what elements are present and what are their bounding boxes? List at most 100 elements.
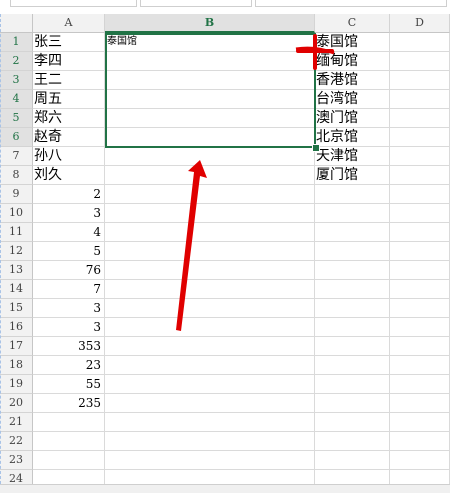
cell-b19[interactable]	[105, 375, 315, 394]
cell-b17[interactable]	[105, 337, 315, 356]
cell-d6[interactable]	[390, 128, 450, 147]
row-header-6[interactable]: 6	[0, 128, 33, 147]
cell-d2[interactable]	[390, 52, 450, 71]
row-header-16[interactable]: 16	[0, 318, 33, 337]
cell-c17[interactable]	[315, 337, 390, 356]
cell-d20[interactable]	[390, 394, 450, 413]
cell-c10[interactable]	[315, 204, 390, 223]
cell-c3[interactable]: 香港馆	[315, 71, 390, 90]
row-header-11[interactable]: 11	[0, 223, 33, 242]
cell-c24[interactable]	[315, 470, 390, 484]
cell-c20[interactable]	[315, 394, 390, 413]
cell-a14[interactable]: 7	[33, 280, 105, 299]
cell-d24[interactable]	[390, 470, 450, 484]
cell-d15[interactable]	[390, 299, 450, 318]
row-header-3[interactable]: 3	[0, 71, 33, 90]
cell-c14[interactable]	[315, 280, 390, 299]
cell-a8[interactable]: 刘久	[33, 166, 105, 185]
cell-c21[interactable]	[315, 413, 390, 432]
cell-b9[interactable]	[105, 185, 315, 204]
cell-a2[interactable]: 李四	[33, 52, 105, 71]
cell-a4[interactable]: 周五	[33, 90, 105, 109]
cell-c6[interactable]: 北京馆	[315, 128, 390, 147]
cell-c1[interactable]: 泰国馆	[315, 33, 390, 52]
cell-b3[interactable]	[105, 71, 315, 90]
cell-a11[interactable]: 4	[33, 223, 105, 242]
cell-b14[interactable]	[105, 280, 315, 299]
cell-c16[interactable]	[315, 318, 390, 337]
fill-handle[interactable]	[312, 144, 320, 152]
row-header-18[interactable]: 18	[0, 356, 33, 375]
cell-a18[interactable]: 23	[33, 356, 105, 375]
cell-a12[interactable]: 5	[33, 242, 105, 261]
row-header-1[interactable]: 1	[0, 33, 33, 52]
cell-d18[interactable]	[390, 356, 450, 375]
cell-d3[interactable]	[390, 71, 450, 90]
row-header-21[interactable]: 21	[0, 413, 33, 432]
column-header-b[interactable]: B	[105, 14, 315, 33]
cell-d11[interactable]	[390, 223, 450, 242]
cell-a6[interactable]: 赵奇	[33, 128, 105, 147]
cell-b20[interactable]	[105, 394, 315, 413]
cell-d9[interactable]	[390, 185, 450, 204]
select-all-corner[interactable]	[0, 14, 33, 33]
cell-b18[interactable]	[105, 356, 315, 375]
cell-a13[interactable]: 76	[33, 261, 105, 280]
formula-input[interactable]	[255, 0, 447, 7]
cell-b5[interactable]	[105, 109, 315, 128]
cell-c5[interactable]: 澳门馆	[315, 109, 390, 128]
cell-a23[interactable]	[33, 451, 105, 470]
column-header-c[interactable]: C	[315, 14, 390, 33]
cell-c22[interactable]	[315, 432, 390, 451]
cell-d22[interactable]	[390, 432, 450, 451]
row-header-10[interactable]: 10	[0, 204, 33, 223]
cell-d23[interactable]	[390, 451, 450, 470]
cell-b12[interactable]	[105, 242, 315, 261]
cell-a7[interactable]: 孙八	[33, 147, 105, 166]
cell-d5[interactable]	[390, 109, 450, 128]
row-header-20[interactable]: 20	[0, 394, 33, 413]
cell-a9[interactable]: 2	[33, 185, 105, 204]
cell-d7[interactable]	[390, 147, 450, 166]
row-header-8[interactable]: 8	[0, 166, 33, 185]
cell-c2[interactable]: 缅甸馆	[315, 52, 390, 71]
cell-c7[interactable]: 天津馆	[315, 147, 390, 166]
cell-a21[interactable]	[33, 413, 105, 432]
cell-c4[interactable]: 台湾馆	[315, 90, 390, 109]
cell-b13[interactable]	[105, 261, 315, 280]
cell-c15[interactable]	[315, 299, 390, 318]
row-header-22[interactable]: 22	[0, 432, 33, 451]
cell-b21[interactable]	[105, 413, 315, 432]
row-header-23[interactable]: 23	[0, 451, 33, 470]
row-header-15[interactable]: 15	[0, 299, 33, 318]
cell-c18[interactable]	[315, 356, 390, 375]
cell-b16[interactable]	[105, 318, 315, 337]
row-header-4[interactable]: 4	[0, 90, 33, 109]
cell-a10[interactable]: 3	[33, 204, 105, 223]
cell-a5[interactable]: 郑六	[33, 109, 105, 128]
formula-bar[interactable]	[140, 0, 252, 7]
cell-a17[interactable]: 353	[33, 337, 105, 356]
cell-c8[interactable]: 厦门馆	[315, 166, 390, 185]
cell-b7[interactable]	[105, 147, 315, 166]
cell-c23[interactable]	[315, 451, 390, 470]
cell-d8[interactable]	[390, 166, 450, 185]
cell-b23[interactable]	[105, 451, 315, 470]
cell-c19[interactable]	[315, 375, 390, 394]
cell-b24[interactable]	[105, 470, 315, 484]
cell-d10[interactable]	[390, 204, 450, 223]
row-header-7[interactable]: 7	[0, 147, 33, 166]
cell-a20[interactable]: 235	[33, 394, 105, 413]
cell-d21[interactable]	[390, 413, 450, 432]
cell-a22[interactable]	[33, 432, 105, 451]
cell-a24[interactable]	[33, 470, 105, 484]
name-box[interactable]	[10, 0, 137, 7]
cell-c12[interactable]	[315, 242, 390, 261]
cell-a16[interactable]: 3	[33, 318, 105, 337]
cell-a3[interactable]: 王二	[33, 71, 105, 90]
row-header-24[interactable]: 24	[0, 470, 33, 484]
cell-b2[interactable]	[105, 52, 315, 71]
cell-c13[interactable]	[315, 261, 390, 280]
cell-d16[interactable]	[390, 318, 450, 337]
column-header-d[interactable]: D	[390, 14, 450, 33]
